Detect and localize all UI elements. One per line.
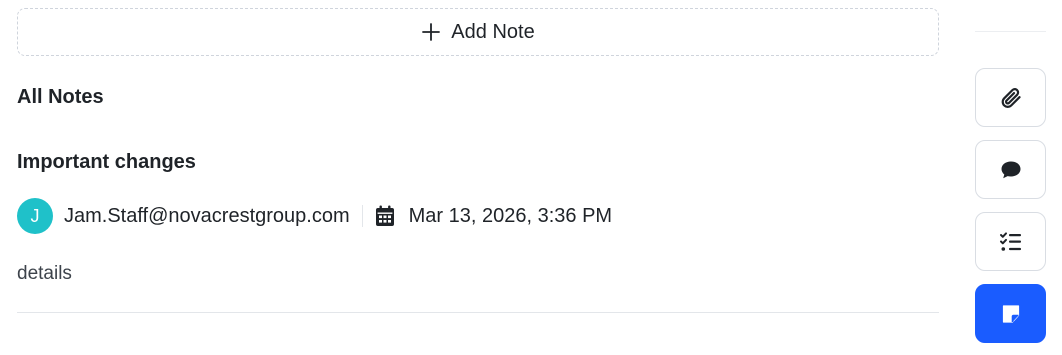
side-toolbar [975,0,1047,355]
divider [975,31,1046,32]
note-timestamp: Mar 13, 2026, 3:36 PM [408,204,613,227]
note-title: Important changes [17,151,196,173]
tasks-button[interactable] [975,212,1046,271]
paperclip-icon [1001,87,1021,108]
attachments-button[interactable] [975,68,1046,127]
avatar: J [17,198,53,234]
calendar-icon [375,205,394,226]
avatar-initial: J [30,205,40,226]
section-title: All Notes [17,86,104,108]
note-author: Jam.Staff@novacrestgroup.com [64,204,350,227]
notes-button[interactable] [975,284,1046,343]
comments-button[interactable] [975,140,1046,199]
note-item: Important changes J Jam.Staff@novacrestg… [17,140,939,313]
notes-panel: Add Note All Notes Important changes J J… [0,0,1062,355]
plus-icon [422,23,441,41]
chat-bubble-icon [1001,161,1020,178]
add-note-label: Add Note [451,20,535,43]
meta-divider [361,205,363,227]
checklist-icon [999,231,1021,251]
add-note-button[interactable]: Add Note [17,8,939,56]
notes-main: Add Note All Notes Important changes J J… [17,0,939,355]
note-meta: J Jam.Staff@novacrestgroup.com Mar 13, 2… [17,198,612,234]
note-body: details [17,263,72,284]
sticky-note-icon [1002,304,1019,323]
